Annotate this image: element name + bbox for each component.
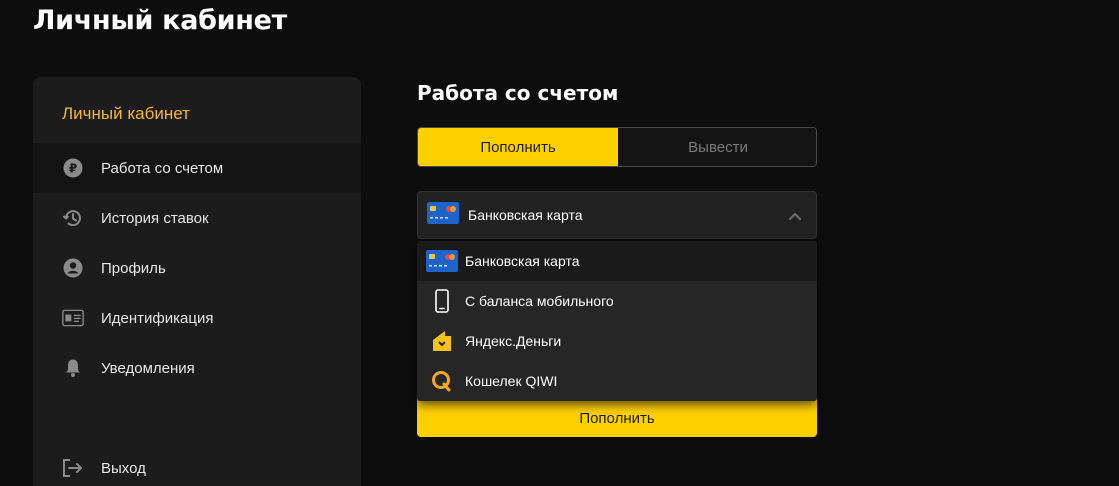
page-title: Личный кабинет xyxy=(33,5,288,36)
dropdown-option-label: С баланса мобильного xyxy=(465,293,614,309)
tab-withdraw[interactable]: Вывести xyxy=(618,128,816,166)
bank-card-icon xyxy=(427,201,459,229)
sidebar-item-label: Работа со счетом xyxy=(101,159,224,177)
tab-deposit[interactable]: Пополнить xyxy=(418,128,618,166)
sidebar-item-label: Уведомления xyxy=(101,359,195,377)
history-clock-icon xyxy=(62,207,84,229)
dropdown-option-label: Кошелек QIWI xyxy=(465,373,558,389)
bell-icon xyxy=(62,357,84,379)
svg-text:₽: ₽ xyxy=(69,162,77,176)
sidebar: Личный кабинет ₽ Работа со счетом Истори… xyxy=(33,77,361,486)
dropdown-option-qiwi[interactable]: Кошелек QIWI xyxy=(417,361,817,401)
id-card-icon xyxy=(62,307,84,329)
user-circle-icon xyxy=(62,257,84,279)
ruble-coin-icon: ₽ xyxy=(62,157,84,179)
dropdown-option-label: Банковская карта xyxy=(465,253,580,269)
sidebar-item-account[interactable]: ₽ Работа со счетом xyxy=(33,143,361,193)
bank-card-icon xyxy=(425,249,459,273)
sidebar-item-history[interactable]: История ставок xyxy=(33,193,361,243)
dropdown-option-yandex-money[interactable]: Яндекс.Деньги xyxy=(417,321,817,361)
deposit-withdraw-tabs: Пополнить Вывести xyxy=(417,127,817,167)
sidebar-item-label: Идентификация xyxy=(101,309,214,327)
sidebar-header: Личный кабинет xyxy=(62,104,190,123)
dropdown-option-label: Яндекс.Деньги xyxy=(465,333,562,349)
page: Личный кабинет Личный кабинет ₽ Работа с… xyxy=(0,0,1119,486)
dropdown-option-bank-card[interactable]: Банковская карта xyxy=(417,241,817,281)
mobile-phone-icon xyxy=(425,289,459,313)
payment-method-dropdown: Банковская карта С баланса мобильного Ян… xyxy=(417,241,817,401)
sidebar-item-notifications[interactable]: Уведомления xyxy=(33,343,361,393)
sidebar-item-logout[interactable]: Выход xyxy=(33,443,361,486)
dropdown-option-mobile[interactable]: С баланса мобильного xyxy=(417,281,817,321)
logout-icon xyxy=(62,457,84,479)
sidebar-item-profile[interactable]: Профиль xyxy=(33,243,361,293)
sidebar-item-label: Профиль xyxy=(101,259,166,277)
payment-method-value: Банковская карта xyxy=(468,207,583,223)
section-title: Работа со счетом xyxy=(417,81,619,105)
yandex-money-icon xyxy=(425,329,459,353)
sidebar-item-label: Выход xyxy=(101,459,146,477)
sidebar-item-identification[interactable]: Идентификация xyxy=(33,293,361,343)
chevron-up-icon xyxy=(788,208,802,226)
sidebar-item-label: История ставок xyxy=(101,209,209,227)
qiwi-icon xyxy=(425,369,459,393)
payment-method-select[interactable]: Банковская карта xyxy=(417,191,817,239)
